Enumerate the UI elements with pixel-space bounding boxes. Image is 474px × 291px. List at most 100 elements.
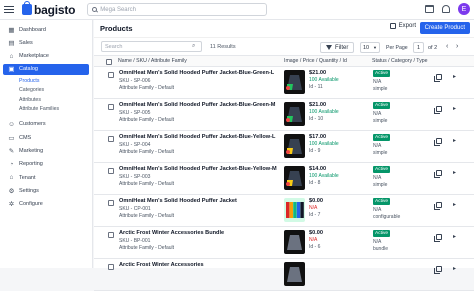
product-category: N/A	[373, 143, 382, 149]
view-arrow-icon[interactable]: ▸	[453, 233, 456, 240]
attribute-family: Attribute Family - Default	[119, 181, 175, 187]
column-header-status[interactable]: Status / Category / Type	[372, 58, 428, 64]
product-thumbnail	[284, 134, 305, 158]
row-checkbox[interactable]	[108, 104, 114, 110]
row-checkbox[interactable]	[108, 264, 114, 270]
export-button[interactable]: Export	[389, 23, 416, 29]
sidebar-item-marketing[interactable]: ✎ Marketing	[0, 145, 92, 156]
per-page-label: Per Page	[386, 45, 408, 51]
product-category: N/A	[373, 239, 382, 245]
attribute-family: Attribute Family - Default	[119, 213, 175, 219]
view-arrow-icon[interactable]: ▸	[453, 265, 456, 272]
table-row[interactable]: OmniHeat Men's Solid Hooded Puffer Jacke…	[94, 131, 474, 163]
copy-icon[interactable]	[434, 138, 442, 146]
results-count: 11 Results	[210, 43, 236, 50]
copy-icon[interactable]	[434, 106, 442, 114]
product-id: Id - 7	[309, 212, 321, 218]
sidebar-item-sales[interactable]: ▤ Sales	[0, 37, 92, 48]
row-checkbox[interactable]	[108, 136, 114, 142]
sidebar-subitem-categories[interactable]: Categories	[0, 86, 92, 96]
sidebar-item-reporting[interactable]: ◔ Reporting	[0, 159, 92, 170]
sidebar-item-tenant[interactable]: ⌂ Tenant	[0, 172, 92, 183]
product-search-input[interactable]: Search	[101, 41, 202, 52]
create-product-button[interactable]: Create Product	[419, 22, 470, 34]
attribute-family: Attribute Family - Default	[119, 117, 175, 123]
product-name[interactable]: Arctic Frost Winter Accessories	[119, 262, 204, 268]
product-stock: 100 Available	[309, 109, 339, 115]
row-checkbox[interactable]	[108, 168, 114, 174]
next-page-icon[interactable]: ›	[456, 43, 458, 50]
filter-button[interactable]: Filter	[320, 42, 355, 53]
mega-search-input[interactable]: Mega Search	[87, 3, 268, 16]
storefront-icon[interactable]	[425, 5, 434, 13]
sidebar-item-configure[interactable]: ✲ Configure	[0, 199, 92, 210]
table-row[interactable]: OmniHeat Men's Solid Hooded Puffer Jacke…	[94, 195, 474, 227]
product-thumbnail	[284, 102, 305, 126]
product-name[interactable]: OmniHeat Men's Solid Hooded Puffer Jacke…	[119, 166, 277, 172]
status-badge: Active	[373, 102, 391, 109]
total-pages: of 2	[428, 45, 438, 51]
product-table-body: OmniHeat Men's Solid Hooded Puffer Jacke…	[94, 67, 474, 291]
copy-icon[interactable]	[434, 266, 442, 274]
table-row[interactable]: OmniHeat Men's Solid Hooded Puffer Jacke…	[94, 163, 474, 195]
sidebar-item-settings[interactable]: ⚙ Settings	[0, 185, 92, 196]
hamburger-menu-icon[interactable]	[2, 3, 16, 17]
product-stock: 100 Available	[309, 173, 339, 179]
product-name[interactable]: OmniHeat Men's Solid Hooded Puffer Jacke…	[119, 198, 237, 204]
select-all-checkbox[interactable]	[106, 59, 112, 65]
product-sku: SKU - CP-001	[119, 206, 151, 212]
product-name[interactable]: OmniHeat Men's Solid Hooded Puffer Jacke…	[119, 102, 275, 108]
table-row[interactable]: OmniHeat Men's Solid Hooded Puffer Jacke…	[94, 67, 474, 99]
sidebar-item-marketplace[interactable]: ⌂ Marketplace	[0, 51, 92, 62]
sidebar-item-label: Dashboard	[19, 26, 46, 33]
view-arrow-icon[interactable]: ▸	[453, 201, 456, 208]
product-category: N/A	[373, 175, 382, 181]
sidebar-item-cms[interactable]: ▭ CMS	[0, 132, 92, 143]
reporting-icon: ◔	[9, 160, 14, 168]
product-name[interactable]: OmniHeat Men's Solid Hooded Puffer Jacke…	[119, 134, 275, 140]
product-price: $21.00	[309, 70, 327, 76]
view-arrow-icon[interactable]: ▸	[453, 169, 456, 176]
row-checkbox[interactable]	[108, 232, 114, 238]
column-header-name[interactable]: Name / SKU / Attribute Family	[118, 58, 187, 64]
status-badge: Active	[373, 230, 391, 237]
column-header-image[interactable]: Image / Price / Quantity / Id	[284, 58, 347, 64]
sidebar-item-dashboard[interactable]: ▦ Dashboard	[0, 24, 92, 35]
sidebar-subitem-attribute-families[interactable]: Attribute Families	[0, 105, 92, 115]
view-arrow-icon[interactable]: ▸	[453, 73, 456, 80]
sidebar-item-label: Marketing	[19, 147, 44, 154]
product-id: Id - 6	[309, 244, 321, 250]
sidebar-item-customers[interactable]: ☺ Customers	[0, 119, 92, 130]
prev-page-icon[interactable]: ‹	[446, 43, 448, 50]
user-avatar[interactable]: E	[458, 3, 470, 15]
row-checkbox[interactable]	[108, 200, 114, 206]
copy-icon[interactable]	[434, 74, 442, 82]
sidebar-item-catalog[interactable]: ▣ Catalog	[3, 63, 89, 75]
product-price: $14.00	[309, 166, 327, 172]
table-row[interactable]: Arctic Frost Winter Accessories Bundle SK…	[94, 227, 474, 259]
status-badge: Active	[373, 134, 391, 141]
notification-bell-icon[interactable]	[442, 5, 450, 13]
settings-icon: ⚙	[8, 187, 15, 195]
copy-icon[interactable]	[434, 234, 442, 242]
table-row[interactable]: OmniHeat Men's Solid Hooded Puffer Jacke…	[94, 99, 474, 131]
product-thumbnail	[284, 230, 305, 254]
table-row[interactable]: Arctic Frost Winter Accessories ▸	[94, 259, 474, 291]
product-thumbnail	[284, 166, 305, 190]
sidebar-subitem-products[interactable]: Products	[0, 77, 92, 87]
product-name[interactable]: OmniHeat Men's Solid Hooded Puffer Jacke…	[119, 70, 274, 76]
view-arrow-icon[interactable]: ▸	[453, 105, 456, 112]
sidebar-subitem-attributes[interactable]: Attributes	[0, 96, 92, 106]
sidebar-item-label: Customers	[19, 121, 46, 128]
bagisto-logo[interactable]: bagisto	[22, 1, 75, 17]
copy-icon[interactable]	[434, 202, 442, 210]
product-price: $0.00	[309, 230, 323, 236]
per-page-select[interactable]: 10 ▼	[360, 42, 380, 53]
product-sku: SKU - SP-004	[119, 142, 151, 148]
product-price: $17.00	[309, 134, 327, 140]
view-arrow-icon[interactable]: ▸	[453, 137, 456, 144]
copy-icon[interactable]	[434, 170, 442, 178]
row-checkbox[interactable]	[108, 72, 114, 78]
page-number-input[interactable]: 1	[413, 42, 424, 53]
product-name[interactable]: Arctic Frost Winter Accessories Bundle	[119, 230, 224, 236]
